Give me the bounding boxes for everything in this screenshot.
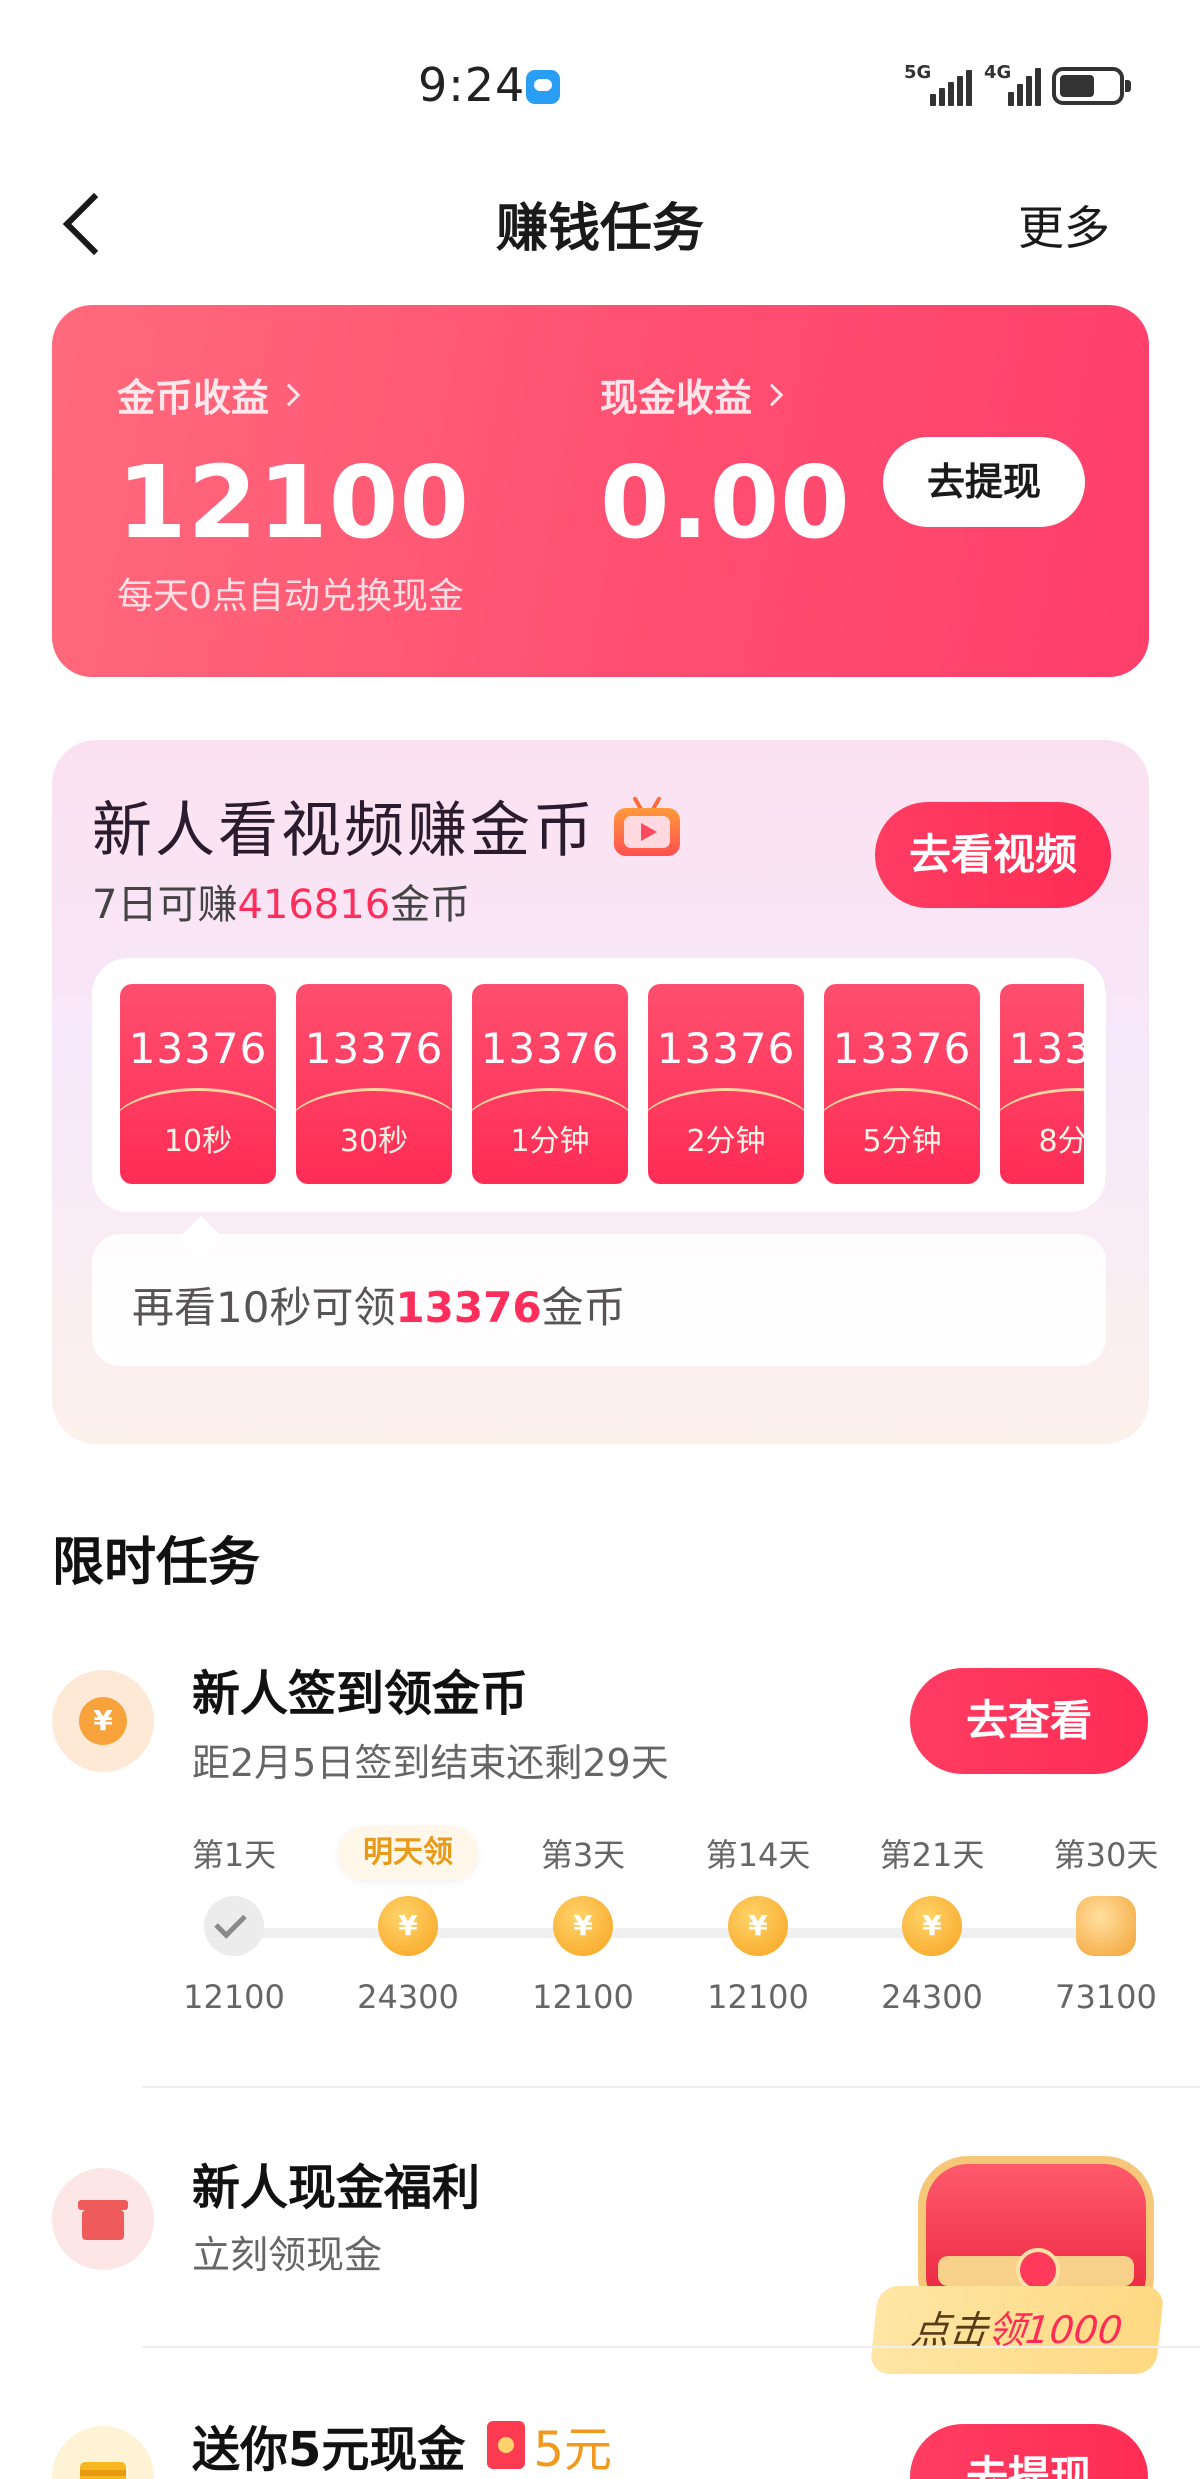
checkin-day: 第30天 73100 (1053, 1836, 1159, 2016)
view-checkin-button[interactable]: 去查看 (910, 1668, 1148, 1774)
section-title-limited: 限时任务 (52, 1533, 261, 1593)
check-icon (204, 1896, 264, 1956)
checkin-day: 第21天 ¥ 24300 (879, 1836, 985, 2016)
message-notification-icon (526, 70, 560, 104)
network-4g-label: 4G (984, 62, 1012, 83)
checkin-task-title: 新人签到领金币 (192, 1666, 529, 1722)
signal-5g-icon: 5G (904, 62, 974, 106)
signal-4g-icon: 4G (984, 62, 1044, 106)
tier-duration: 30秒 (339, 1124, 409, 1159)
video-total-coins: 416816 (237, 882, 391, 928)
earnings-card: 金币收益 12100 现金收益 0.00 每天0点自动兑换现金 去提现 (52, 305, 1149, 677)
coin-earnings-value: 12100 (117, 444, 470, 561)
watch-video-button[interactable]: 去看视频 (875, 802, 1111, 908)
coin-icon: ¥ (728, 1896, 788, 1956)
coin-icon: ¥ (902, 1896, 962, 1956)
status-bar: 9:24 5G 4G (0, 0, 1200, 140)
tier-duration: 1分钟 (510, 1124, 590, 1159)
cash-welfare-title: 新人现金福利 (192, 2160, 481, 2216)
video-task-card: 新人看视频赚金币 7日可赚416816金币 去看视频 13376 10秒 133… (52, 740, 1149, 1444)
cash-earnings: 现金收益 0.00 (600, 367, 851, 561)
tv-play-icon (614, 795, 680, 856)
five-yuan-amount: 5元 (533, 2422, 612, 2478)
reward-tier[interactable]: 13376 1分钟 (472, 984, 628, 1184)
tier-amount: 13376 (480, 1024, 620, 1073)
coin-icon: ¥ (378, 1896, 438, 1956)
coin-stack-icon (1076, 1896, 1136, 1956)
battery-icon (1052, 67, 1131, 105)
video-reward-tiers: 13376 10秒 13376 30秒 13376 1分钟 13376 2分钟 … (92, 958, 1106, 1212)
cash-earnings-link[interactable]: 现金收益 (600, 367, 851, 422)
video-task-subtitle: 7日可赚416816金币 (92, 882, 471, 928)
gift-icon (52, 2168, 154, 2270)
tier-duration: 10秒 (163, 1124, 233, 1159)
cash-welfare-subtitle: 立刻领现金 (192, 2233, 383, 2277)
checkin-task-subtitle: 距2月5日签到结束还剩29天 (192, 1741, 669, 1785)
more-button[interactable]: 更多 (1018, 192, 1110, 258)
checkin-day: 第1天 12100 (183, 1836, 285, 2016)
withdraw-five-yuan-button[interactable]: 去提现 (910, 2424, 1148, 2479)
coin-earnings-label: 金币收益 (117, 376, 270, 420)
cash-card-icon (52, 2426, 154, 2479)
chevron-right-icon (760, 383, 784, 406)
tier-duration: 5分钟 (862, 1124, 942, 1159)
checkin-day: 第14天 ¥ 12100 (705, 1836, 811, 2016)
video-task-title-text: 新人看视频赚金币 (92, 796, 596, 866)
tier-amount: 13376 (656, 1024, 796, 1073)
status-time: 9:24 (418, 58, 526, 112)
checkin-day: 第3天 ¥ 12100 (532, 1836, 634, 2016)
coin-icon: ¥ (553, 1896, 613, 1956)
claim-1000-button[interactable]: 点击领1000 (869, 2286, 1165, 2374)
reward-tier[interactable]: 13376 5分钟 (824, 984, 980, 1184)
checkin-progress: 第1天 12100 ¥ 24300 第3天 ¥ 12100 第14天 ¥ 121… (0, 1830, 1200, 2030)
withdraw-button[interactable]: 去提现 (883, 437, 1085, 527)
reward-tier[interactable]: 13376 2分钟 (648, 984, 804, 1184)
tier-amount: 13376 (304, 1024, 444, 1073)
five-yuan-title: 送你5元现金 5元 (192, 2410, 612, 2479)
reward-tier[interactable]: 13376 10秒 (120, 984, 276, 1184)
tier-amount: 13376 (832, 1024, 972, 1073)
tier-amount: 13376 (128, 1024, 268, 1073)
network-5g-label: 5G (904, 62, 932, 83)
divider (142, 2086, 1200, 2088)
tomorrow-claim-badge: 明天领 (338, 1826, 478, 1880)
hint-coin-amount: 13376 (395, 1283, 542, 1332)
chevron-right-icon (277, 383, 301, 406)
coin-earnings-link[interactable]: 金币收益 (117, 367, 470, 422)
tier-duration: 2分钟 (686, 1124, 766, 1159)
video-task-title: 新人看视频赚金币 (92, 782, 680, 869)
exchange-note: 每天0点自动兑换现金 (117, 576, 464, 617)
red-packet-icon (487, 2421, 526, 2469)
cash-earnings-value: 0.00 (600, 444, 851, 561)
reward-tier[interactable]: 13376 30秒 (296, 984, 452, 1184)
coin-earnings: 金币收益 12100 (117, 367, 470, 561)
cash-earnings-label: 现金收益 (600, 376, 753, 420)
coin-task-icon: ¥ (52, 1670, 154, 1772)
next-reward-hint: 再看10秒可领13376金币 (92, 1234, 1106, 1366)
divider (142, 2346, 1200, 2348)
